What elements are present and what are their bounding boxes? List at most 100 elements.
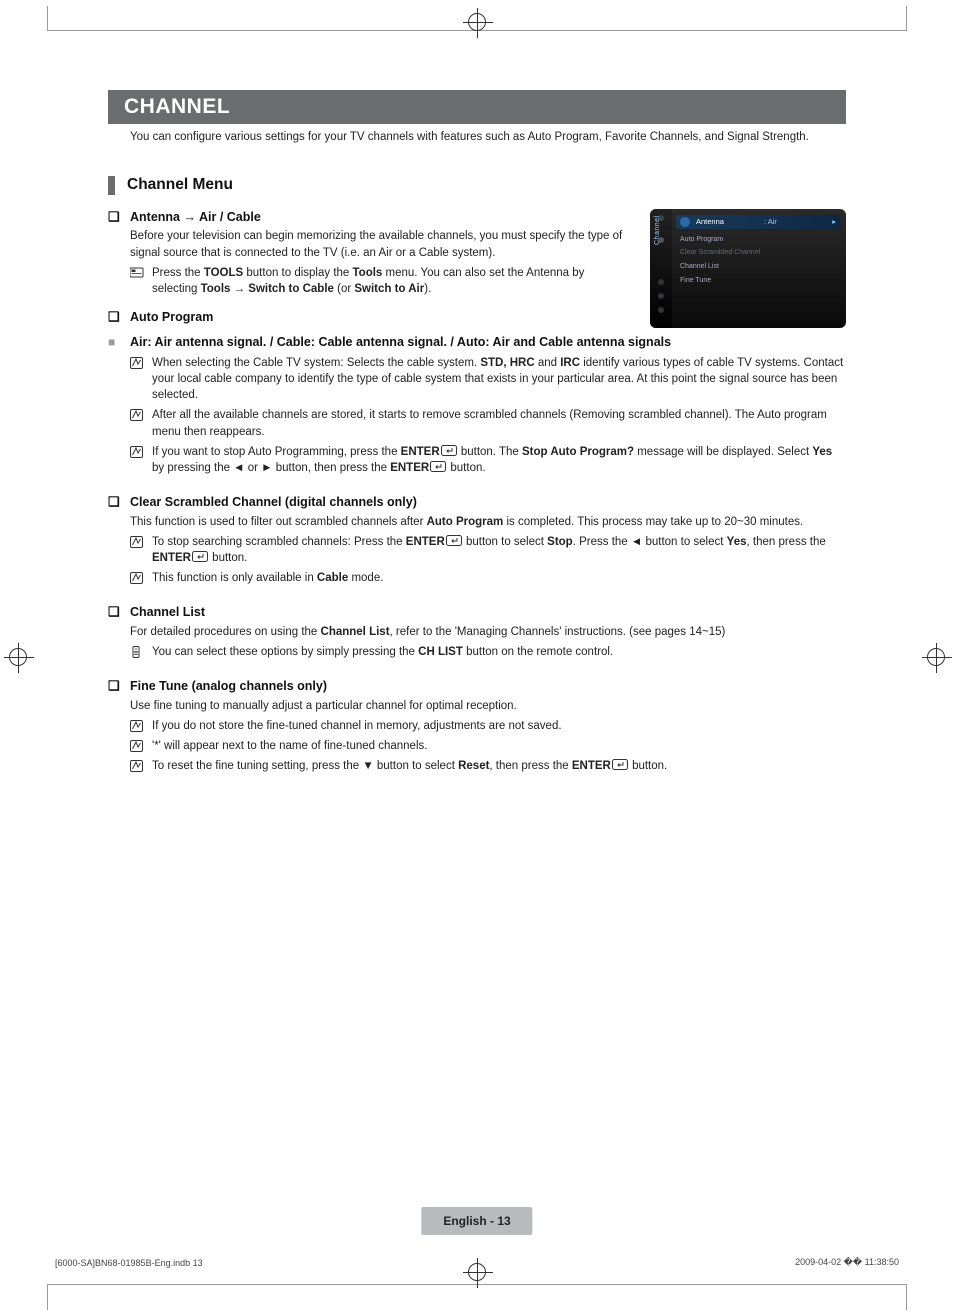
note-row: '*' will appear next to the name of fine…	[130, 738, 846, 754]
text: To stop searching scrambled channels: Pr…	[152, 536, 406, 548]
item-body: Use fine tuning to manually adjust a par…	[130, 698, 846, 714]
section-heading: Channel Menu	[127, 176, 233, 194]
intro-text: You can configure various settings for y…	[108, 124, 846, 146]
text: button.	[209, 552, 247, 564]
text-bold: Reset	[458, 760, 489, 772]
text: message will be displayed. Select	[634, 446, 812, 458]
text: For detailed procedures on using the	[130, 626, 321, 638]
note-row: If you want to stop Auto Programming, pr…	[130, 444, 846, 476]
text: (or	[334, 283, 354, 295]
note-icon	[130, 738, 152, 754]
text: is completed. This process may take up t…	[503, 516, 803, 528]
text-bold: Stop	[547, 536, 573, 548]
enter-icon	[192, 551, 208, 562]
osd-item: Channel List	[676, 260, 840, 274]
bullet-square-icon: ❏	[108, 678, 130, 695]
enter-icon	[612, 759, 628, 770]
sub-item-text: Air: Air antenna signal. / Cable: Cable …	[130, 334, 846, 352]
note-row: You can select these options by simply p…	[130, 644, 846, 660]
note-row: After all the available channels are sto…	[130, 407, 846, 439]
note-text: If you want to stop Auto Programming, pr…	[152, 444, 846, 476]
text: When selecting the Cable TV system: Sele…	[152, 357, 480, 369]
text-bold: Channel List	[321, 626, 390, 638]
note-icon	[130, 718, 152, 734]
text: Antenna →	[130, 210, 199, 224]
osd-side-dot-icon	[658, 237, 664, 243]
text: To reset the fine tuning setting, press …	[152, 760, 458, 772]
osd-side-dot-icon	[658, 293, 664, 299]
text: button on the remote control.	[463, 646, 613, 658]
tools-icon	[130, 265, 152, 297]
item-heading: Clear Scrambled Channel (digital channel…	[130, 494, 417, 511]
page-number-label: English - 13	[421, 1207, 532, 1235]
bullet-square-icon: ❏	[108, 309, 130, 326]
text: mode.	[348, 572, 383, 584]
text-bold: Air / Cable	[199, 210, 261, 224]
osd-main: Antenna : Air ▸ Auto Program Clear Scram…	[676, 215, 840, 322]
text-bold: Yes	[727, 536, 747, 548]
section-heading-row: Channel Menu	[108, 176, 846, 195]
text-bold: Tools → Switch to Cable	[201, 283, 334, 295]
note-text: '*' will appear next to the name of fine…	[152, 738, 846, 754]
note-text: This function is only available in Cable…	[152, 570, 846, 586]
osd-antenna-label: Antenna	[696, 217, 724, 226]
note-text: When selecting the Cable TV system: Sele…	[152, 355, 846, 403]
text-bold: ENTER	[390, 462, 429, 474]
footer-left: [6000-SA]BN68-01985B-Eng.indb 13	[55, 1258, 203, 1268]
enter-icon	[441, 445, 457, 456]
text: button.	[629, 760, 667, 772]
osd-item: Fine Tune	[676, 274, 840, 288]
note-text: Press the TOOLS button to display the To…	[152, 265, 628, 297]
text-bold: ENTER	[572, 760, 611, 772]
text: button. The	[458, 446, 522, 458]
text-bold: Yes	[812, 446, 832, 458]
sub-item-signals: ■ Air: Air antenna signal. / Cable: Cabl…	[108, 334, 846, 352]
text: and	[535, 357, 561, 369]
registration-mark-icon	[9, 648, 27, 666]
note-icon	[130, 444, 152, 476]
osd-side-dot-icon	[658, 307, 664, 313]
registration-mark-icon	[468, 13, 486, 31]
text-bold: Switch to Air	[354, 283, 424, 295]
item-body: For detailed procedures on using the Cha…	[130, 624, 846, 640]
note-row: To stop searching scrambled channels: Pr…	[130, 534, 846, 566]
osd-sidebar: Channel	[650, 209, 672, 328]
text: , then press the	[489, 760, 571, 772]
text: button to display the	[243, 267, 352, 279]
item-fine-tune: ❏ Fine Tune (analog channels only) Use f…	[108, 678, 846, 774]
note-text: After all the available channels are sto…	[152, 407, 846, 439]
note-row: Press the TOOLS button to display the To…	[130, 265, 628, 297]
note-row: If you do not store the fine-tuned chann…	[130, 718, 846, 734]
item-clear-scrambled: ❏ Clear Scrambled Channel (digital chann…	[108, 494, 846, 586]
note-text: You can select these options by simply p…	[152, 644, 846, 660]
text-bold: ENTER	[152, 552, 191, 564]
osd-antenna-value: : Air	[764, 217, 777, 226]
note-text: If you do not store the fine-tuned chann…	[152, 718, 846, 734]
note-icon	[130, 355, 152, 403]
enter-icon	[430, 461, 446, 472]
bullet-small-square-icon: ■	[108, 334, 130, 352]
text: , refer to the 'Managing Channels' instr…	[390, 626, 726, 638]
text: If you want to stop Auto Programming, pr…	[152, 446, 401, 458]
note-icon	[130, 534, 152, 566]
osd-list: Auto Program Clear Scrambled Channel Cha…	[676, 233, 840, 288]
note-row: To reset the fine tuning setting, press …	[130, 758, 846, 774]
text: . Press the ◄ button to select	[573, 536, 727, 548]
text: button.	[447, 462, 485, 474]
item-heading: Auto Program	[130, 309, 213, 326]
item-heading: Antenna → Air / Cable	[130, 209, 261, 226]
text-bold: IRC	[560, 357, 580, 369]
text: Press the	[152, 267, 204, 279]
remote-icon	[130, 644, 152, 660]
text-bold: Auto Program	[427, 516, 504, 528]
osd-item: Clear Scrambled Channel	[676, 246, 840, 260]
registration-mark-icon	[468, 1263, 486, 1281]
text: button to select	[463, 536, 547, 548]
text-bold: ENTER	[406, 536, 445, 548]
bullet-square-icon: ❏	[108, 604, 130, 621]
item-antenna: ❏ Antenna → Air / Cable Before your tele…	[108, 209, 628, 297]
item-channel-list: ❏ Channel List For detailed procedures o…	[108, 604, 846, 660]
item-body: Before your television can begin memoriz…	[130, 228, 628, 260]
osd-selected-row: Antenna : Air ▸	[676, 215, 840, 229]
text-bold: Tools	[353, 267, 383, 279]
